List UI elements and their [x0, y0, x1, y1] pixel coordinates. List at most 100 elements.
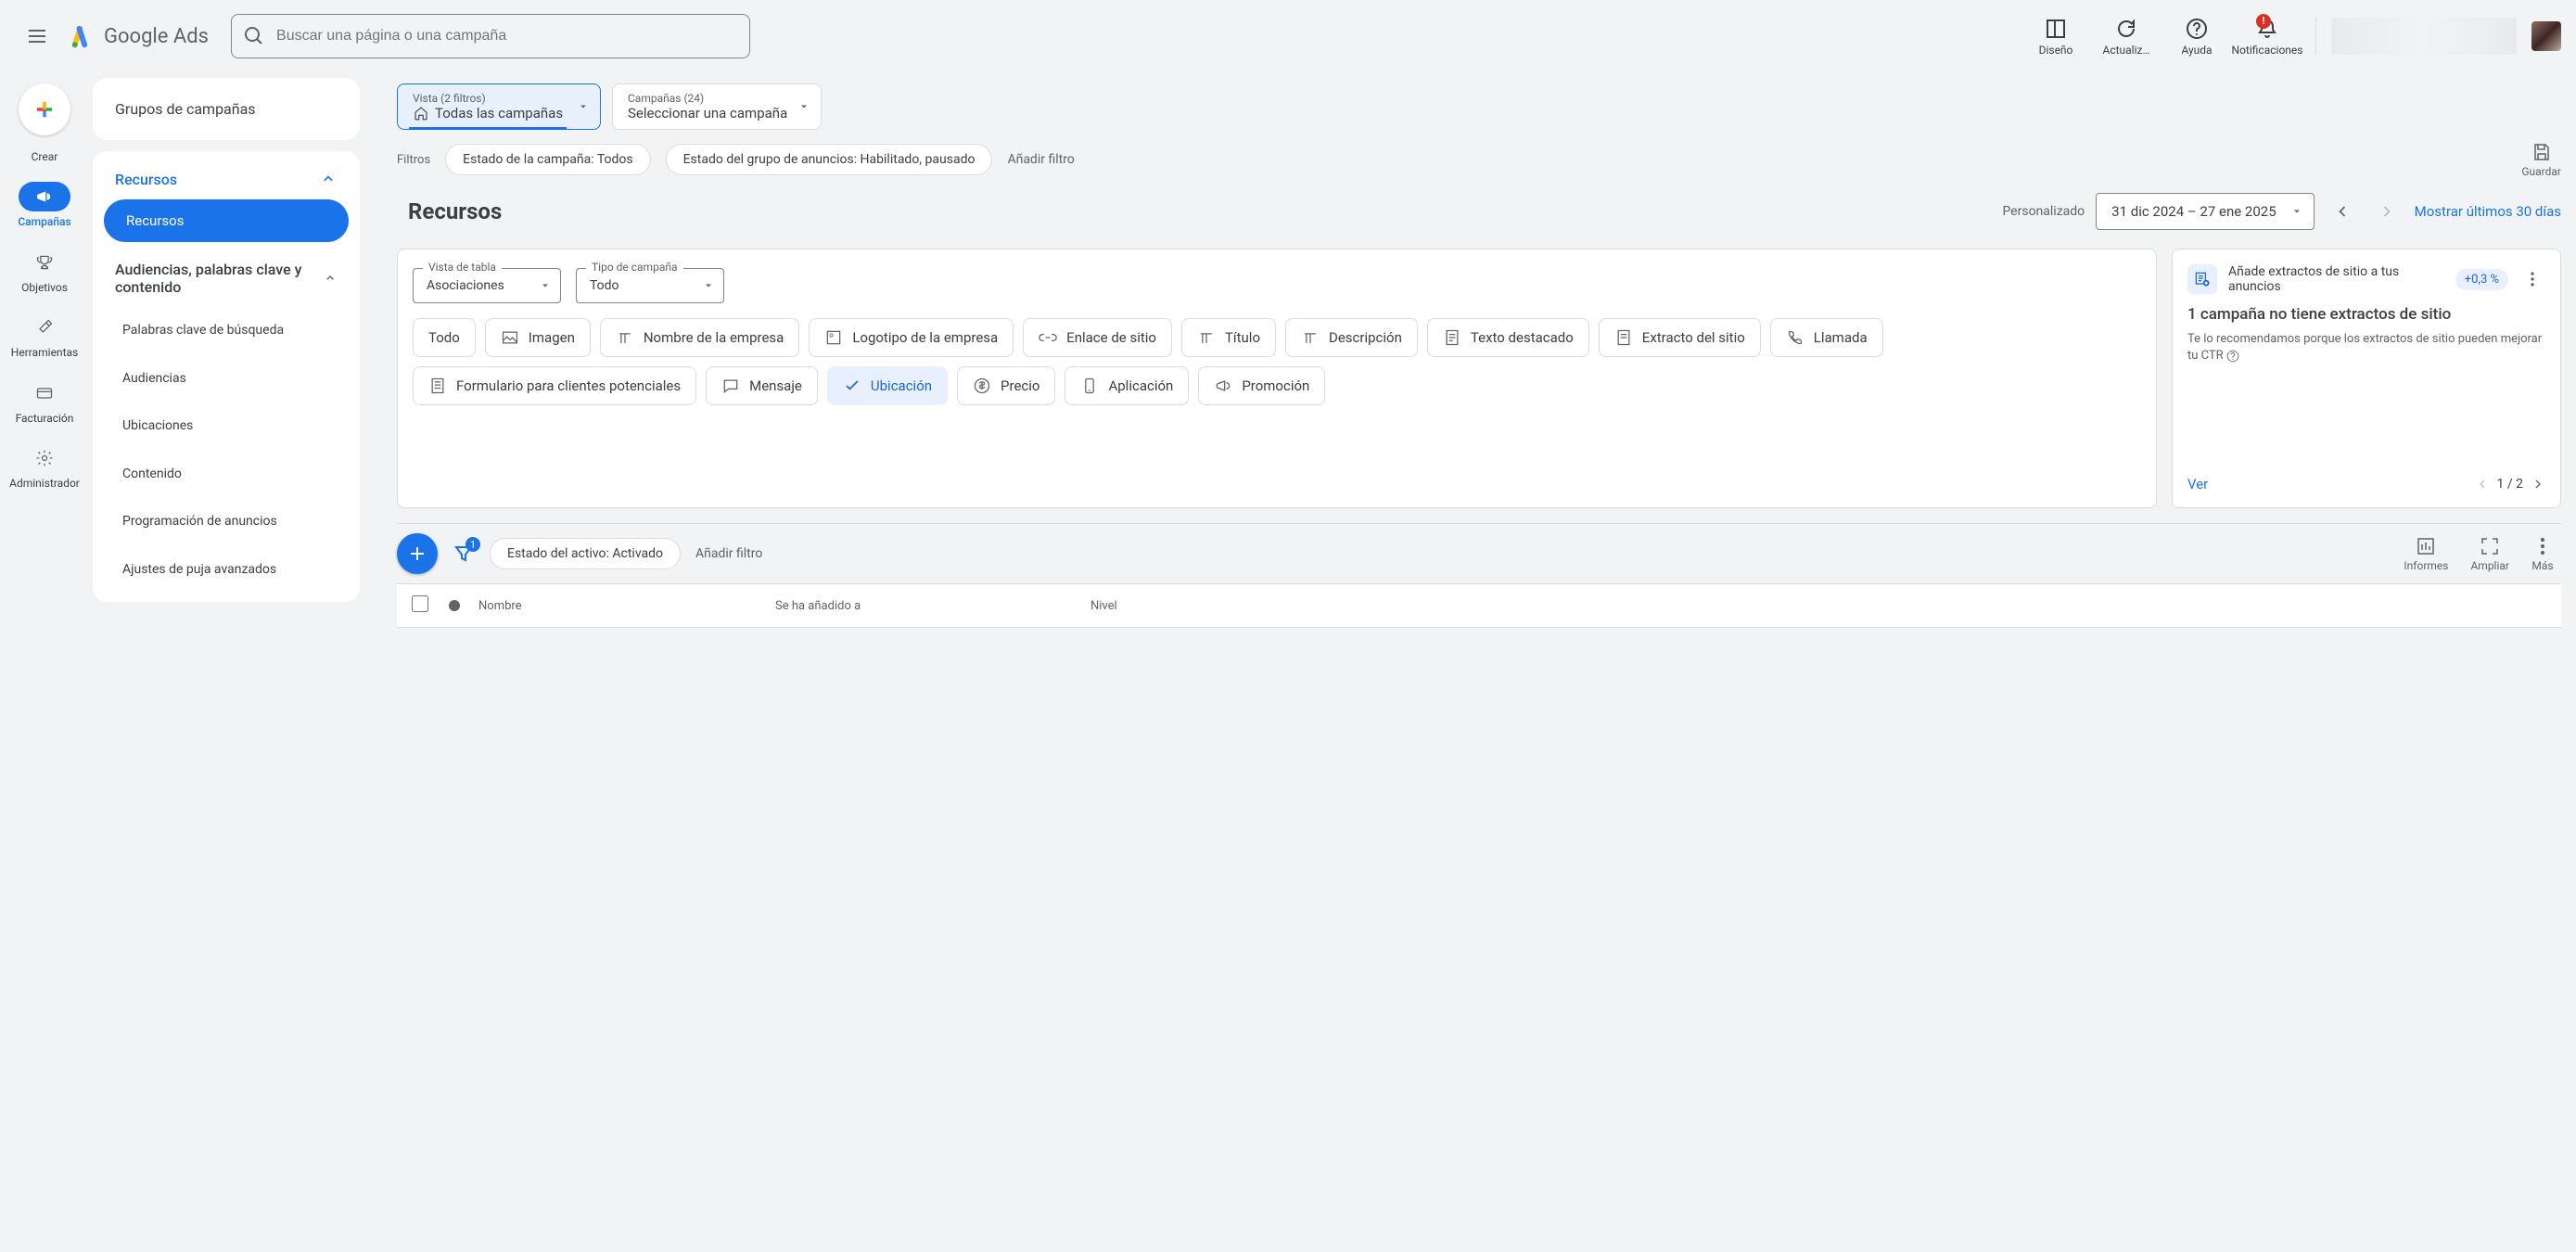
- chevron-left-icon[interactable]: [2475, 477, 2490, 492]
- account-switcher[interactable]: [2331, 18, 2517, 55]
- chip-business-name[interactable]: Nombre de la empresa: [600, 318, 799, 357]
- text-icon: [1197, 328, 1216, 347]
- create-button[interactable]: [19, 83, 70, 135]
- design-tool[interactable]: Diseño: [2022, 12, 2089, 60]
- expand-button[interactable]: Ampliar: [2463, 531, 2517, 576]
- resources-section-header[interactable]: Recursos: [93, 159, 360, 199]
- chip-location[interactable]: Ubicación: [827, 366, 948, 405]
- recom-menu-button[interactable]: [2519, 266, 2545, 292]
- search-bar[interactable]: [231, 14, 750, 58]
- chevron-left-icon: [2333, 202, 2352, 221]
- nav-audiences[interactable]: Audiencias: [93, 355, 360, 403]
- rail-campaigns[interactable]: Campañas: [0, 178, 89, 232]
- campaign-groups-card[interactable]: Grupos de campañas: [93, 78, 360, 140]
- campaign-scope-selector[interactable]: Campañas (24) Seleccionar una campaña: [612, 83, 822, 130]
- date-next-button[interactable]: [2370, 195, 2404, 228]
- help-tool[interactable]: Ayuda: [2163, 12, 2230, 60]
- form-icon: [428, 377, 447, 395]
- chip-promotion[interactable]: Promoción: [1198, 366, 1325, 405]
- save-button[interactable]: Guardar: [2521, 141, 2561, 178]
- recommendation-card: Añade extractos de sitio a tus anuncios …: [2172, 249, 2561, 508]
- save-icon: [2531, 141, 2553, 163]
- side-panel: Grupos de campañas Recursos Recursos Aud…: [93, 78, 360, 1252]
- filter-chip-campaign-status[interactable]: Estado de la campaña: Todos: [445, 144, 650, 175]
- recom-view-link[interactable]: Ver: [2187, 476, 2208, 492]
- column-added-to[interactable]: Se ha añadido a: [775, 599, 1072, 613]
- nav-placements[interactable]: Ubicaciones: [93, 402, 360, 451]
- select-all-checkbox[interactable]: [412, 595, 428, 612]
- resources-nav-item[interactable]: Recursos: [104, 199, 349, 242]
- help-icon[interactable]: [2226, 350, 2239, 363]
- menu-button[interactable]: [15, 14, 59, 58]
- rail-billing[interactable]: Facturación: [0, 375, 89, 428]
- asset-filters-card: Vista de tabla Asociaciones Tipo de camp…: [397, 249, 2157, 508]
- card-icon: [35, 384, 54, 402]
- column-name[interactable]: Nombre: [478, 599, 757, 613]
- show-last-30-link[interactable]: Mostrar últimos 30 días: [2415, 203, 2561, 220]
- nav-bids[interactable]: Ajustes de puja avanzados: [93, 546, 360, 594]
- date-range-selector[interactable]: 31 dic 2024 – 27 ene 2025: [2096, 193, 2314, 230]
- chip-image[interactable]: Imagen: [485, 318, 591, 357]
- updates-tool[interactable]: Actualiz…: [2093, 12, 2160, 60]
- nav-card: Recursos Recursos Audiencias, palabras c…: [93, 151, 360, 602]
- chip-headline[interactable]: Título: [1181, 318, 1276, 357]
- view-scope-selector[interactable]: Vista (2 filtros) Todas las campañas: [397, 83, 601, 130]
- audiences-section-header[interactable]: Audiencias, palabras clave y contenido: [93, 249, 360, 307]
- add-asset-fab[interactable]: [397, 533, 438, 574]
- add-filter-link[interactable]: Añadir filtro: [1007, 152, 1074, 167]
- search-input[interactable]: [276, 28, 738, 45]
- app-header: Google Ads Diseño Actualiz… Ayuda ! Noti…: [0, 0, 2576, 72]
- nav-keywords[interactable]: Palabras clave de búsqueda: [93, 307, 360, 355]
- nav-scheduling[interactable]: Programación de anuncios: [93, 498, 360, 546]
- page-title: Recursos: [408, 198, 502, 224]
- message-icon: [721, 377, 740, 395]
- logo-text: Google Ads: [104, 25, 209, 48]
- select-group: Vista de tabla Asociaciones Tipo de camp…: [413, 268, 2141, 303]
- chip-call[interactable]: Llamada: [1770, 318, 1883, 357]
- gear-icon: [35, 449, 54, 467]
- filter-chip-asset-status[interactable]: Estado del activo: Activado: [490, 538, 681, 569]
- table-filter-button[interactable]: 1: [453, 543, 475, 565]
- logo[interactable]: Google Ads: [67, 23, 209, 49]
- notifications-tool[interactable]: ! Notificaciones: [2234, 12, 2301, 60]
- status-column-header[interactable]: [449, 600, 460, 611]
- campaign-type-select[interactable]: Tipo de campaña Todo: [576, 268, 724, 303]
- expand-icon: [2479, 535, 2501, 557]
- rail-tools[interactable]: Herramientas: [0, 309, 89, 363]
- user-avatar[interactable]: [2531, 21, 2561, 51]
- chip-business-logo[interactable]: Logotipo de la empresa: [809, 318, 1014, 357]
- more-button[interactable]: Más: [2524, 531, 2561, 576]
- filter-chip-adgroup-status[interactable]: Estado del grupo de anuncios: Habilitado…: [666, 144, 993, 175]
- scope-selector-row: Vista (2 filtros) Todas las campañas Cam…: [397, 83, 2561, 130]
- chevron-right-icon: [2378, 202, 2396, 221]
- chip-snippet[interactable]: Extracto del sitio: [1599, 318, 1761, 357]
- main-content: Vista (2 filtros) Todas las campañas Cam…: [382, 72, 2576, 1252]
- nav-content[interactable]: Contenido: [93, 451, 360, 499]
- rail-admin[interactable]: Administrador: [0, 440, 89, 493]
- chip-description[interactable]: Descripción: [1285, 318, 1418, 357]
- reports-button[interactable]: Informes: [2396, 531, 2455, 576]
- recom-pager: 1 / 2: [2475, 477, 2545, 492]
- chevron-right-icon[interactable]: [2531, 477, 2545, 492]
- date-prev-button[interactable]: [2326, 195, 2359, 228]
- column-level[interactable]: Nivel: [1090, 599, 2546, 613]
- rail-goals[interactable]: Objetivos: [0, 244, 89, 298]
- chip-price[interactable]: Precio: [957, 366, 1055, 405]
- recom-badge: +0,3 %: [2455, 269, 2508, 290]
- chip-sitelink[interactable]: Enlace de sitio: [1023, 318, 1172, 357]
- chip-message[interactable]: Mensaje: [706, 366, 818, 405]
- document-icon: [1443, 328, 1461, 347]
- rail-create-label: Crear: [0, 147, 89, 167]
- more-vert-icon: [2531, 535, 2554, 557]
- date-controls: Personalizado 31 dic 2024 – 27 ene 2025 …: [2002, 193, 2561, 230]
- chip-leadform[interactable]: Formulario para clientes potenciales: [413, 366, 696, 405]
- chip-all[interactable]: Todo: [413, 318, 476, 357]
- content-row: Vista de tabla Asociaciones Tipo de camp…: [397, 249, 2561, 508]
- add-table-filter-link[interactable]: Añadir filtro: [695, 546, 762, 561]
- chip-app[interactable]: Aplicación: [1065, 366, 1189, 405]
- dropdown-arrow-icon: [703, 280, 714, 291]
- help-icon: [2186, 18, 2208, 40]
- chip-callout[interactable]: Texto destacado: [1427, 318, 1589, 357]
- recom-icon-box: [2187, 264, 2217, 294]
- table-view-select[interactable]: Vista de tabla Asociaciones: [413, 268, 561, 303]
